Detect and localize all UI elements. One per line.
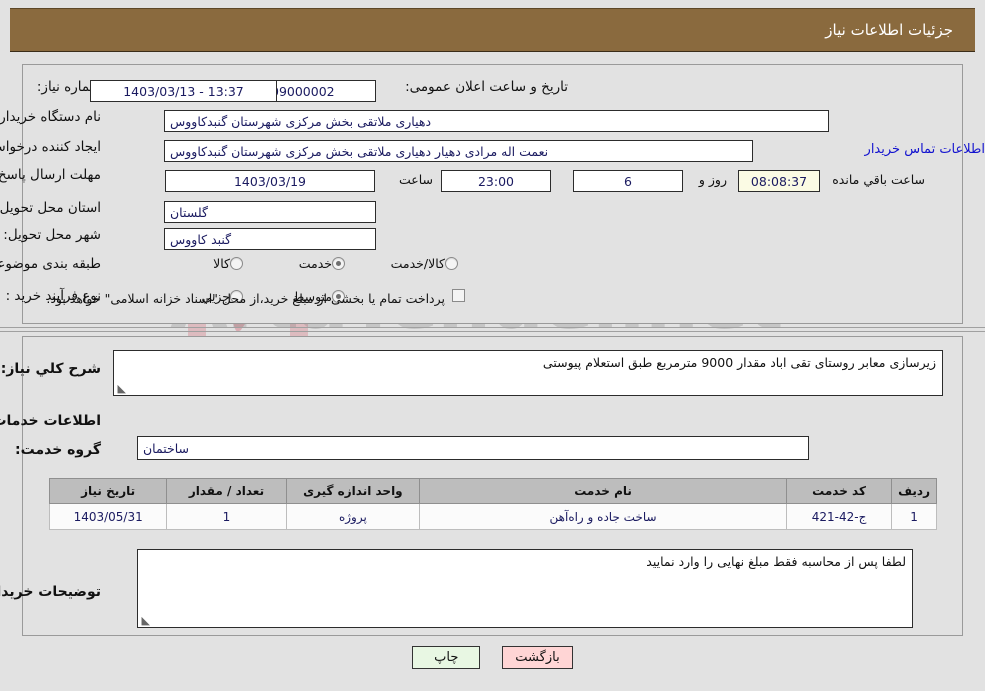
city-label-wrap: شهر محل تحویل:	[3, 227, 101, 243]
button-bar: بازگشت چاپ	[0, 646, 985, 669]
province-label: استان محل تحویل:	[0, 200, 101, 216]
back-button[interactable]: بازگشت	[502, 646, 573, 669]
province-label-wrap: استان محل تحویل:	[0, 200, 101, 216]
treasury-checkbox-wrap[interactable]	[452, 289, 465, 302]
buyer-org-label-wrap: نام دستگاه خریدار:	[0, 109, 101, 125]
remaining-days-label: روز و	[698, 172, 727, 187]
section-divider-1	[0, 327, 985, 328]
deadline-hour-field[interactable]: 23:00	[441, 170, 551, 192]
table-col-unit: واحد اندازه گیری	[285, 478, 421, 504]
table-row[interactable]: 1 ج-42-421 ساخت جاده و راه‌آهن پروژه 1 1…	[48, 503, 937, 530]
category-label-wrap: طبقه بندی موضوعی:	[0, 256, 101, 272]
need-desc-textarea[interactable]: زیرسازی معابر روستای تقی اباد مقدار 9000…	[113, 350, 943, 396]
city-field[interactable]: گنبد کاووس	[164, 228, 376, 250]
treasury-note: پرداخت تمام یا بخشی از مبلغ خرید،از محل …	[46, 291, 445, 306]
announce-datetime-label-wrap: تاریخ و ساعت اعلان عمومی:	[405, 79, 568, 95]
table-col-date: تاریخ نیاز	[48, 478, 168, 504]
print-button[interactable]: چاپ	[412, 646, 481, 669]
deadline-label: مهلت ارسال پاسخ: تا تاریخ:	[0, 167, 101, 183]
requester-label: ایجاد کننده درخواست:	[0, 139, 101, 155]
treasury-checkbox-icon[interactable]	[452, 289, 465, 302]
table-col-index: ردیف	[891, 478, 937, 504]
need-desc-value: زیرسازی معابر روستای تقی اباد مقدار 9000…	[542, 355, 936, 370]
table-col-qty: تعداد / مقدار	[166, 478, 287, 504]
page-header: جزئیات اطلاعات نیاز	[10, 8, 975, 52]
category-label: طبقه بندی موضوعی:	[0, 256, 101, 272]
category-option-label-0: کالا	[213, 256, 230, 271]
announce-datetime-label: تاریخ و ساعت اعلان عمومی:	[405, 79, 568, 95]
deadline-date-field[interactable]: 1403/03/19	[165, 170, 375, 192]
need-desc-label: شرح کلي نیاز:	[0, 361, 101, 377]
province-field[interactable]: گلستان	[164, 201, 376, 223]
radio-khedmat-icon[interactable]	[332, 257, 345, 270]
table-cell-name: ساخت جاده و راه‌آهن	[419, 503, 787, 530]
buyer-notes-label: توضیحات خریدار:	[0, 584, 101, 600]
deadline-label-wrap: مهلت ارسال پاسخ: تا تاریخ:	[0, 163, 101, 185]
resize-grip-icon-2[interactable]: ◣	[140, 615, 150, 626]
page-root: ✓ ArtaTender.net جزئیات اطلاعات نیاز شما…	[0, 0, 985, 691]
requester-label-wrap: ایجاد کننده درخواست:	[0, 139, 101, 155]
table-cell-date: 1403/05/31	[48, 503, 168, 530]
buyer-org-label: نام دستگاه خریدار:	[0, 109, 101, 125]
table-col-name: نام خدمت	[419, 478, 787, 504]
service-group-label: گروه خدمت:	[15, 442, 101, 458]
table-header-row: ردیف کد خدمت نام خدمت واحد اندازه گیری ت…	[48, 478, 937, 504]
buyer-contact-link[interactable]: اطلاعات تماس خریدار	[104, 142, 985, 157]
category-option-kala[interactable]: کالا	[199, 256, 243, 271]
table-cell-qty: 1	[166, 503, 287, 530]
table-col-code: کد خدمت	[785, 478, 893, 504]
page-title: جزئیات اطلاعات نیاز	[825, 21, 953, 39]
radio-kala-icon[interactable]	[230, 257, 243, 270]
services-section-title: اطلاعات خدمات مورد نیاز	[0, 413, 101, 429]
category-option-kala-khedmat[interactable]: کالا/خدمت	[377, 256, 458, 271]
need-info-panel	[22, 64, 963, 324]
resize-grip-icon[interactable]: ◣	[116, 383, 126, 394]
deadline-hour-label: ساعت	[398, 172, 433, 187]
section-divider-2	[0, 331, 985, 332]
table-cell-unit: پروژه	[285, 503, 421, 530]
category-option-label-1: خدمت	[298, 256, 332, 271]
buyer-notes-textarea[interactable]: لطفا پس از محاسبه فقط مبلغ نهایی را وارد…	[137, 549, 913, 628]
table-cell-index: 1	[891, 503, 937, 530]
buyer-org-field[interactable]: دهیاری ملاتقی بخش مرکزی شهرستان گنبدکاوو…	[164, 110, 829, 132]
remaining-time-label: ساعت باقي مانده	[832, 172, 925, 187]
buyer-notes-value: لطفا پس از محاسبه فقط مبلغ نهایی را وارد…	[646, 554, 906, 569]
remaining-time-field: 08:08:37	[738, 170, 820, 192]
category-option-label-2: کالا/خدمت	[390, 256, 445, 271]
city-label: شهر محل تحویل:	[3, 227, 101, 243]
radio-kala-khedmat-icon[interactable]	[445, 257, 458, 270]
category-option-khedmat[interactable]: خدمت	[285, 256, 345, 271]
table-cell-code: ج-42-421	[785, 503, 893, 530]
announce-datetime-field[interactable]: 1403/03/13 - 13:37	[90, 80, 277, 102]
service-group-field[interactable]: ساختمان	[137, 436, 809, 460]
remaining-days-field[interactable]: 6	[573, 170, 683, 192]
services-table: ردیف کد خدمت نام خدمت واحد اندازه گیری ت…	[48, 478, 937, 530]
